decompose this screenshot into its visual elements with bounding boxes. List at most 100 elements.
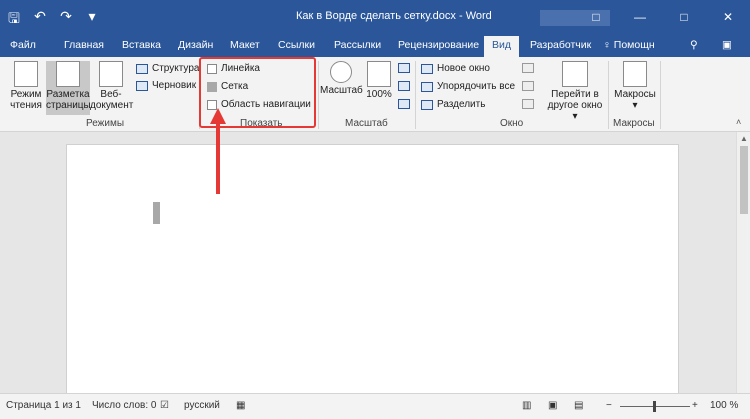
web-layout-button[interactable]: Веб- документ — [90, 61, 134, 111]
macros-group-label: Макросы — [613, 118, 655, 129]
ribbon: Режим чтения Разметка страницы Веб- доку… — [0, 57, 750, 132]
arrange-all-label: Упорядочить все — [437, 81, 516, 92]
read-mode-icon — [14, 61, 38, 87]
one-page-icon[interactable] — [398, 63, 410, 73]
switch-windows-button[interactable]: Перейти в другое окно ▾ — [546, 61, 604, 122]
sync-scroll-icon[interactable] — [522, 81, 534, 91]
side-by-side-icon[interactable] — [522, 63, 534, 73]
zoom-out-icon[interactable]: − — [606, 400, 612, 411]
annotation-arrow-head — [210, 108, 226, 124]
tell-me-box[interactable]: ♀ Помощн — [603, 39, 655, 51]
group-separator — [660, 61, 661, 129]
zoom-group-label: Масштаб — [345, 118, 388, 129]
web-layout-label-2: документ — [90, 100, 134, 111]
proofing-icon[interactable]: ☑ — [160, 400, 169, 411]
word-count[interactable]: Число слов: 0 — [92, 400, 156, 411]
web-layout-view-icon[interactable]: ▤ — [574, 400, 583, 411]
read-mode-view-icon[interactable]: ▥ — [522, 400, 531, 411]
window-group-label: Окно — [500, 118, 524, 129]
print-layout-view-icon[interactable]: ▣ — [548, 400, 557, 411]
group-separator — [318, 61, 319, 129]
tab-insert[interactable]: Вставка — [122, 39, 161, 51]
save-icon[interactable]: 🖫 — [6, 8, 22, 32]
modes-group-label: Режимы — [86, 118, 125, 129]
tab-developer[interactable]: Разработчик — [530, 39, 591, 51]
redo-icon[interactable]: ↷ — [58, 8, 74, 32]
ribbon-display-icon[interactable]: □ — [574, 0, 618, 36]
zoom-100-icon — [367, 61, 391, 87]
document-page[interactable] — [66, 144, 679, 394]
arrange-all-button[interactable]: Упорядочить все — [421, 81, 515, 92]
zoom-label: Масштаб — [320, 85, 363, 96]
close-icon[interactable]: ✕ — [706, 0, 750, 36]
undo-icon[interactable]: ↶ — [32, 8, 48, 32]
macros-button[interactable]: Макросы ▾ — [612, 61, 658, 111]
switch-windows-label-2: другое окно ▾ — [547, 100, 603, 122]
window-controls: □ — □ ✕ — [574, 0, 750, 36]
multiple-pages-icon[interactable] — [398, 81, 410, 91]
tab-mailings[interactable]: Рассылки — [334, 39, 381, 51]
zoom-slider-thumb[interactable] — [653, 401, 656, 412]
document-area: ▲ — [0, 132, 750, 394]
draft-button[interactable]: Черновик — [136, 80, 196, 91]
share-icon[interactable]: ⚲ — [690, 39, 698, 51]
window-title: Как в Ворде сделать сетку.docx - Word — [296, 10, 492, 22]
page-width-icon[interactable] — [398, 99, 410, 109]
zoom-100-button[interactable]: 100% — [364, 61, 394, 100]
tab-home[interactable]: Главная — [64, 39, 104, 51]
vertical-scrollbar[interactable]: ▲ — [736, 132, 750, 393]
customize-qat-icon[interactable]: ▾ — [84, 8, 100, 32]
macros-label: Макросы — [614, 89, 656, 100]
read-mode-label-2: чтения — [10, 100, 42, 111]
new-window-button[interactable]: Новое окно — [421, 63, 490, 74]
outline-label: Структура — [152, 63, 200, 74]
split-button[interactable]: Разделить — [421, 99, 485, 110]
zoom-level[interactable]: 100 % — [710, 400, 738, 411]
outline-button[interactable]: Структура — [136, 63, 199, 74]
tab-references[interactable]: Ссылки — [278, 39, 315, 51]
reset-window-icon[interactable] — [522, 99, 534, 109]
page-count[interactable]: Страница 1 из 1 — [6, 400, 81, 411]
group-separator — [415, 61, 416, 129]
switch-windows-label-1: Перейти в — [551, 89, 599, 100]
macro-record-icon[interactable]: ▦ — [236, 400, 245, 411]
web-layout-label-1: Веб- — [100, 89, 122, 100]
tab-view[interactable]: Вид — [484, 36, 519, 57]
language[interactable]: русский — [184, 400, 220, 411]
zoom-button[interactable]: Масштаб — [320, 61, 363, 96]
annotation-arrow — [216, 120, 220, 194]
zoom-in-icon[interactable]: + — [692, 400, 698, 411]
scrollbar-thumb[interactable] — [740, 146, 748, 214]
print-layout-icon — [56, 61, 80, 87]
read-mode-label-1: Режим — [10, 89, 42, 100]
scroll-up-icon[interactable]: ▲ — [740, 134, 748, 143]
arrange-all-icon — [421, 81, 433, 92]
collapse-ribbon-icon[interactable]: ˄ — [736, 117, 741, 127]
switch-windows-icon — [562, 61, 588, 87]
print-layout-label-2: страницы — [46, 100, 91, 111]
tab-design[interactable]: Дизайн — [178, 39, 213, 51]
split-label: Разделить — [437, 99, 486, 110]
tab-layout[interactable]: Макет — [230, 39, 260, 51]
ribbon-tabs: Файл Главная Вставка Дизайн Макет Ссылки… — [0, 36, 750, 57]
print-layout-button[interactable]: Разметка страницы — [46, 61, 91, 115]
macros-icon — [623, 61, 647, 87]
print-layout-label-1: Разметка — [46, 89, 90, 100]
title-bar: 🖫 ↶ ↷ ▾ Как в Ворде сделать сетку.docx -… — [0, 0, 750, 36]
group-separator — [608, 61, 609, 129]
split-icon — [421, 99, 433, 110]
tab-file[interactable]: Файл — [10, 39, 36, 51]
draft-icon — [136, 80, 148, 91]
outline-icon — [136, 63, 148, 74]
text-cursor — [153, 202, 160, 224]
macros-dropdown-icon: ▾ — [632, 100, 638, 111]
new-window-icon — [421, 63, 433, 74]
comments-icon[interactable]: ▣ — [722, 39, 732, 51]
read-mode-button[interactable]: Режим чтения — [6, 61, 46, 111]
new-window-label: Новое окно — [437, 63, 490, 74]
maximize-icon[interactable]: □ — [662, 0, 706, 36]
web-layout-icon — [99, 61, 123, 87]
minimize-icon[interactable]: — — [618, 0, 662, 36]
tab-review[interactable]: Рецензирование — [398, 39, 479, 51]
draft-label: Черновик — [152, 80, 197, 91]
